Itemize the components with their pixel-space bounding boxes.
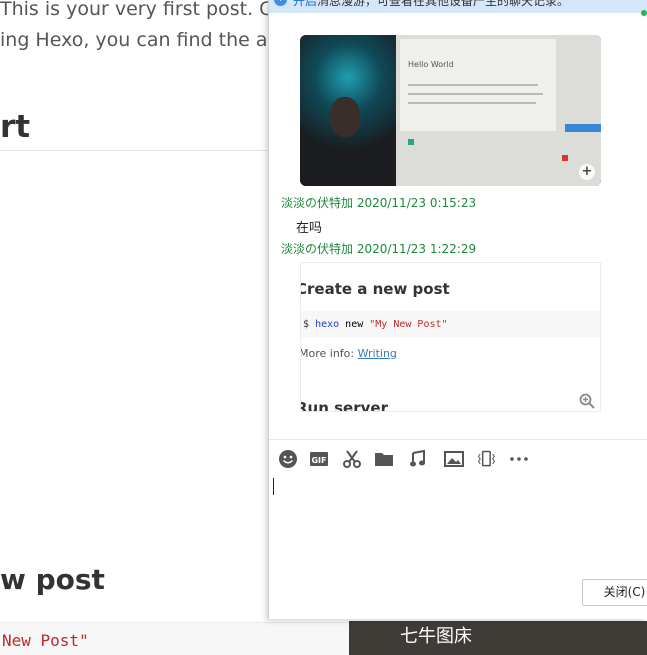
photo-figure — [330, 97, 360, 137]
photo-green-square — [408, 139, 414, 145]
photo-blue-button — [565, 124, 601, 132]
post-text-line-1: This is your very first post. Ch — [0, 0, 285, 20]
chat-image-screenshot-1[interactable]: Hello World + — [300, 35, 601, 186]
message-sender: 淡淡の伏特加 — [281, 196, 354, 210]
qiniu-tab[interactable]: 七牛图床 — [349, 621, 647, 655]
chat-image-screenshot-2[interactable]: ▔▔▔▔▔▔▔▔ Create a new post $ hexo new "M… — [300, 262, 601, 412]
post-heading-2: w post — [0, 563, 105, 596]
writing-link: Writing — [357, 347, 397, 360]
cut-off-text: ▔▔▔▔▔▔▔▔ — [301, 263, 369, 268]
post-text-line-2: ing Hexo, you can find the an — [0, 29, 280, 51]
zoom-in-icon[interactable] — [579, 393, 595, 409]
music-icon[interactable] — [408, 449, 428, 469]
code-command: hexo — [315, 319, 340, 330]
message-text: 在吗 — [296, 221, 323, 236]
code-prompt: $ — [303, 319, 310, 330]
scissors-icon[interactable] — [342, 449, 362, 469]
code-subcommand: new — [339, 319, 370, 330]
image-icon[interactable] — [444, 449, 464, 469]
notice-message: 消息漫游，可查看在其他设备产生的聊天记录。 — [317, 0, 570, 8]
message-sender: 淡淡の伏特加 — [281, 242, 354, 256]
notice-text: 开启消息漫游，可查看在其他设备产生的聊天记录。 — [293, 0, 569, 9]
heading-divider — [0, 150, 268, 151]
shot-code-block: $ hexo new "My New Post" — [301, 311, 600, 338]
input-divider — [269, 439, 647, 440]
photo-text-line — [408, 93, 543, 95]
message-meta-1: 淡淡の伏特加 2020/11/23 0:15:23 — [281, 194, 476, 211]
message-time: 2020/11/23 1:22:29 — [356, 242, 477, 256]
message-meta-2: 淡淡の伏特加 2020/11/23 1:22:29 — [281, 240, 476, 257]
online-status-dot — [641, 10, 647, 16]
post-code-block: New Post" — [0, 622, 349, 655]
gif-icon[interactable]: GIF — [309, 449, 329, 469]
more-icon[interactable] — [509, 449, 529, 469]
message-input-caret[interactable] — [273, 478, 274, 495]
post-heading-1: rt — [0, 109, 31, 145]
chat-window: i 开启消息漫游，可查看在其他设备产生的聊天记录。 Hello World + … — [268, 0, 647, 619]
photo-red-mark — [562, 155, 568, 161]
post-code-text: New Post" — [2, 631, 89, 650]
shake-icon[interactable] — [476, 449, 496, 469]
shot-heading-create: Create a new post — [300, 280, 450, 298]
close-button[interactable]: 关闭(C) — [582, 579, 647, 606]
shot-more-info: More info: Writing — [300, 347, 397, 360]
more-info-label: More info: — [300, 347, 358, 360]
photo-card-title: Hello World — [408, 60, 454, 69]
info-icon: i — [274, 0, 287, 6]
photo-text-line — [408, 102, 536, 104]
message-time: 2020/11/23 0:15:23 — [356, 196, 477, 210]
folder-icon[interactable] — [374, 449, 394, 469]
zoom-in-icon[interactable]: + — [579, 164, 595, 180]
emoji-icon[interactable] — [278, 449, 298, 469]
photo-text-line — [408, 84, 538, 86]
enable-roaming-link[interactable]: 开启 — [293, 0, 317, 8]
gif-icon-label: GIF — [311, 456, 326, 465]
code-string: "My New Post" — [369, 319, 448, 330]
shot-heading-run: Run server — [300, 399, 388, 412]
roaming-notice-bar: i 开启消息漫游，可查看在其他设备产生的聊天记录。 — [269, 0, 647, 13]
